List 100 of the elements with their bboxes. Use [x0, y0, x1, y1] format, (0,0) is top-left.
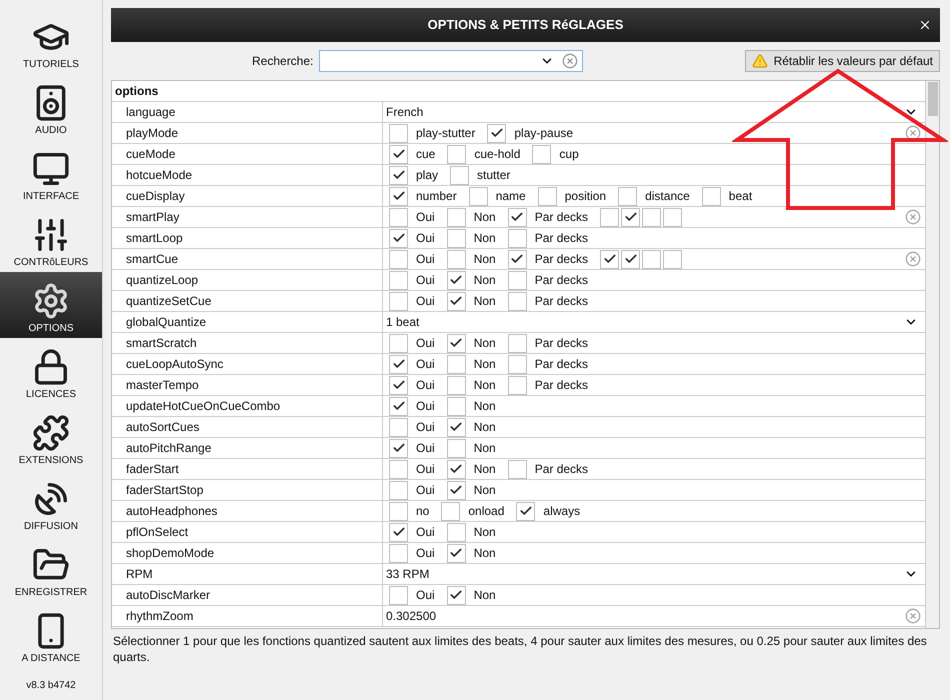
option-label: Non — [474, 377, 496, 394]
checkbox[interactable] — [446, 544, 466, 562]
check-icon — [449, 273, 464, 287]
sidebar-item[interactable]: A DISTANCE — [0, 602, 102, 668]
sidebar-item[interactable]: AUDIO — [0, 74, 102, 140]
window-title: OPTIONS & PETITS RéGLAGES — [428, 16, 624, 34]
checkbox[interactable] — [450, 166, 470, 184]
check-icon — [392, 378, 406, 392]
checkbox[interactable] — [618, 186, 638, 206]
checkbox[interactable] — [508, 228, 527, 248]
checkbox[interactable] — [389, 544, 408, 562]
checkbox[interactable] — [508, 376, 527, 394]
checkbox[interactable] — [389, 124, 408, 142]
checkbox[interactable] — [446, 208, 466, 226]
version-text: v8.3 b4742 — [25, 679, 77, 693]
option-label: Non — [474, 524, 496, 541]
sidebar-item[interactable]: DIFFUSION — [0, 470, 102, 536]
checkbox[interactable] — [487, 124, 506, 142]
option-name: playMode — [126, 125, 178, 142]
sidebar-item[interactable]: EXTENSIONS — [0, 404, 102, 470]
clear-icon[interactable] — [562, 53, 578, 69]
checkbox[interactable] — [538, 186, 557, 206]
checkbox[interactable] — [446, 418, 466, 436]
checkbox[interactable] — [389, 292, 408, 310]
reset-value-icon[interactable] — [905, 608, 921, 624]
checkbox[interactable] — [446, 292, 466, 310]
checkbox[interactable] — [532, 144, 552, 164]
option-label: Par decks — [534, 461, 588, 478]
sidebar-item[interactable]: CONTRôLEURS — [0, 206, 102, 272]
check-icon — [392, 357, 406, 371]
checkbox[interactable] — [642, 250, 662, 268]
scrollbar[interactable] — [925, 81, 939, 628]
checkbox[interactable] — [389, 522, 408, 542]
checkbox[interactable] — [508, 292, 527, 310]
checkbox[interactable] — [447, 144, 466, 164]
sidebar-item[interactable]: ENREGISTRER — [0, 536, 102, 602]
checkbox[interactable] — [389, 376, 408, 394]
reset-value-icon[interactable] — [905, 209, 921, 225]
checkbox[interactable] — [446, 228, 466, 248]
checkbox[interactable] — [702, 186, 721, 206]
checkbox[interactable] — [508, 208, 527, 226]
checkbox[interactable] — [389, 502, 408, 520]
sidebar-item[interactable]: LICENCES — [0, 338, 102, 404]
checkbox[interactable] — [446, 522, 466, 542]
checkbox[interactable] — [446, 270, 466, 290]
check-icon — [510, 252, 524, 266]
checkbox[interactable] — [446, 334, 466, 352]
checkbox[interactable] — [468, 186, 488, 206]
checkbox[interactable] — [446, 396, 466, 416]
checkbox[interactable] — [642, 208, 662, 226]
checkbox[interactable] — [600, 250, 620, 268]
checkbox[interactable] — [508, 334, 527, 352]
checkbox[interactable] — [389, 480, 408, 500]
checkbox[interactable] — [389, 460, 408, 478]
option-label: Non — [474, 398, 496, 415]
checkbox[interactable] — [389, 250, 408, 268]
option-label: cue-hold — [474, 146, 520, 163]
checkbox[interactable] — [389, 208, 408, 226]
checkbox[interactable] — [389, 396, 408, 416]
checkbox[interactable] — [446, 460, 466, 478]
sidebar-item[interactable]: OPTIONS — [0, 272, 102, 338]
checkbox[interactable] — [446, 480, 466, 500]
sidebar-item[interactable]: TUTORIELS — [0, 8, 102, 74]
checkbox[interactable] — [508, 354, 527, 374]
checkbox[interactable] — [389, 438, 408, 458]
checkbox[interactable] — [389, 228, 408, 248]
reset-value-icon[interactable] — [905, 251, 921, 267]
reset-value-icon[interactable] — [905, 125, 921, 141]
reset-button[interactable]: Rétablir les valeurs par défaut — [744, 50, 940, 72]
checkbox[interactable] — [516, 502, 536, 520]
option-label: Non — [474, 440, 496, 457]
checkbox[interactable] — [389, 418, 408, 436]
checkbox[interactable] — [663, 250, 682, 268]
close-icon[interactable] — [918, 18, 932, 32]
checkbox[interactable] — [441, 502, 460, 520]
checkbox[interactable] — [600, 208, 620, 226]
checkbox[interactable] — [389, 186, 408, 206]
checkbox[interactable] — [389, 334, 408, 352]
search-field[interactable] — [319, 50, 584, 72]
sidebar-item[interactable]: INTERFACE — [0, 140, 102, 206]
checkbox[interactable] — [446, 586, 466, 604]
description-text: Sélectionner 1 pour que les fonctions quantized sautent aux limites des beats, 4 pour sauter aux limites des mesures, ou 0.25 pour sauter aux limites des quarts. — [112, 633, 928, 665]
checkbox[interactable] — [446, 438, 466, 458]
option-label: Oui — [416, 419, 435, 436]
checkbox[interactable] — [389, 144, 408, 164]
checkbox[interactable] — [621, 208, 640, 226]
checkbox[interactable] — [446, 354, 466, 374]
checkbox[interactable] — [621, 250, 640, 268]
checkbox[interactable] — [508, 460, 527, 478]
checkbox[interactable] — [389, 166, 408, 184]
checkbox[interactable] — [389, 270, 408, 290]
checkbox[interactable] — [446, 376, 466, 394]
checkbox[interactable] — [389, 354, 408, 374]
option-label: Oui — [416, 545, 435, 562]
checkbox[interactable] — [446, 250, 466, 268]
checkbox[interactable] — [508, 270, 527, 290]
checkbox[interactable] — [663, 208, 682, 226]
checkbox[interactable] — [508, 250, 527, 268]
option-label: onload — [468, 503, 504, 520]
checkbox[interactable] — [389, 586, 408, 604]
